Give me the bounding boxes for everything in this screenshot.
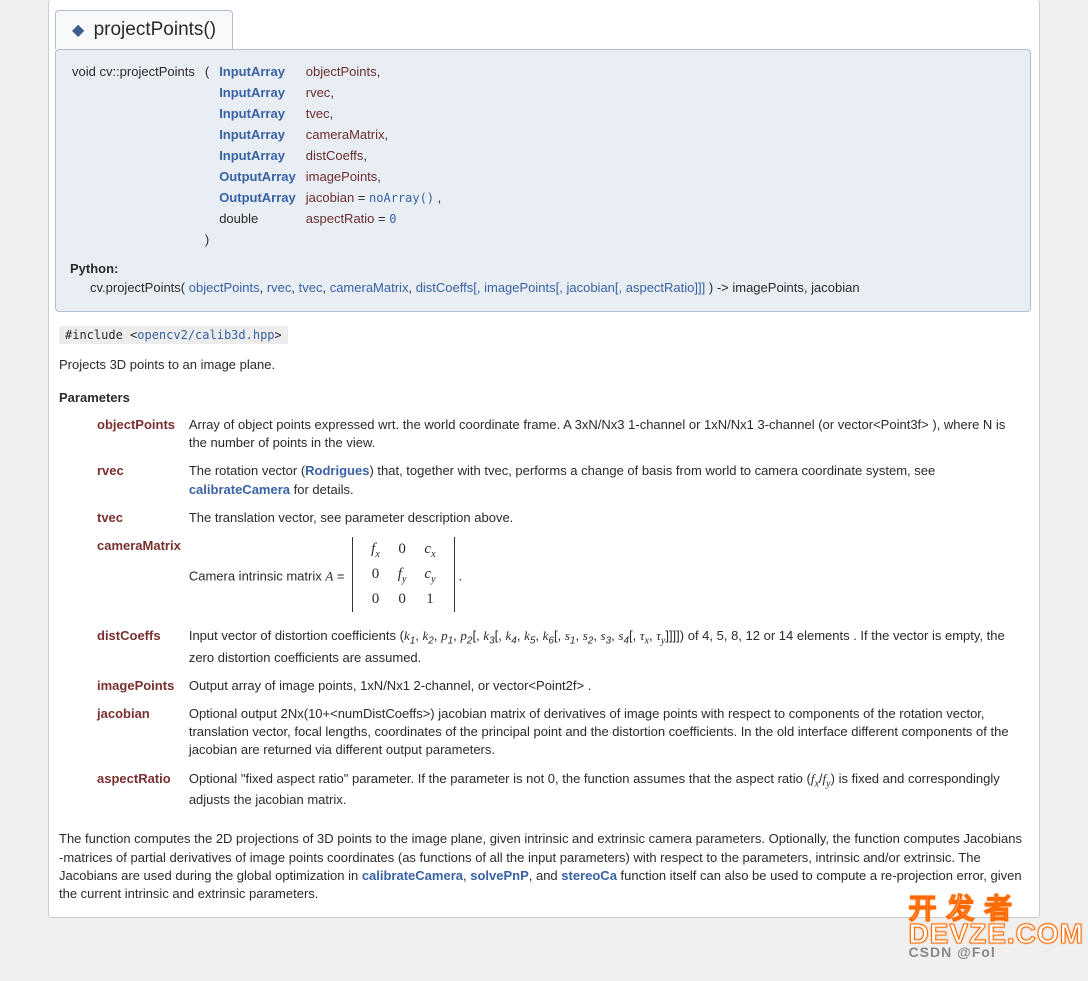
param-distcoeffs-desc: Input vector of distortion coefficients … <box>185 622 1029 672</box>
watermark: 开 发 者 DEVZE.COM CSDN @Fol <box>909 896 1084 959</box>
parameters-table: objectPoints Array of object points expr… <box>59 411 1029 814</box>
param-cameramatrix-desc: Camera intrinsic matrix A = fx0cx 0fycy … <box>185 532 1029 622</box>
cpp-signature-table: void cv::projectPoints ( InputArray obje… <box>66 60 447 251</box>
brief-description: Projects 3D points to an image plane. <box>59 357 1029 372</box>
param-rvec-desc: The rotation vector (Rodrigues) that, to… <box>185 457 1029 503</box>
long-description: The function computes the 2D projections… <box>59 830 1029 903</box>
type-outputarray[interactable]: OutputArray <box>219 169 296 184</box>
include-path-link[interactable]: opencv2/calib3d.hpp <box>137 328 274 342</box>
type-inputarray[interactable]: InputArray <box>219 106 285 121</box>
type-double: double <box>219 211 258 226</box>
cpp-signature-panel: void cv::projectPoints ( InputArray obje… <box>55 49 1031 312</box>
param-objectPoints-desc: Array of object points expressed wrt. th… <box>185 411 1029 457</box>
rodrigues-link[interactable]: Rodrigues <box>305 463 369 478</box>
python-signature: cv.projectPoints( objectPoints, rvec, tv… <box>90 280 1020 295</box>
sig-qualifier: void cv::projectPoints <box>72 64 195 79</box>
solvepnp-link[interactable]: solvePnP <box>470 868 529 883</box>
param-aspectratio-desc: Optional "fixed aspect ratio" parameter.… <box>185 765 1029 815</box>
param-tvec-desc: The translation vector, see parameter de… <box>185 504 1029 532</box>
diamond-icon: ◆ <box>72 22 84 39</box>
type-inputarray[interactable]: InputArray <box>219 127 285 142</box>
include-directive: #include <opencv2/calib3d.hpp> <box>59 326 288 344</box>
parameters-heading: Parameters <box>59 390 1029 405</box>
calibratecamera-link[interactable]: calibrateCamera <box>189 482 290 497</box>
calibratecamera-link[interactable]: calibrateCamera <box>362 868 463 883</box>
stereoca-link[interactable]: stereoCa <box>561 868 617 883</box>
param-imagepoints-desc: Output array of image points, 1xN/Nx1 2-… <box>185 672 1029 700</box>
type-outputarray[interactable]: OutputArray <box>219 190 296 205</box>
type-inputarray[interactable]: InputArray <box>219 148 285 163</box>
type-inputarray[interactable]: InputArray <box>219 85 285 100</box>
param-jacobian-desc: Optional output 2Nx(10+<numDistCoeffs>) … <box>185 700 1029 765</box>
type-inputarray[interactable]: InputArray <box>219 64 285 79</box>
intrinsic-matrix: fx0cx 0fycy 001 <box>352 537 454 617</box>
section-title: projectPoints() <box>94 19 217 40</box>
python-label: Python: <box>70 261 118 276</box>
section-title-tab: ◆ projectPoints() <box>55 10 233 49</box>
